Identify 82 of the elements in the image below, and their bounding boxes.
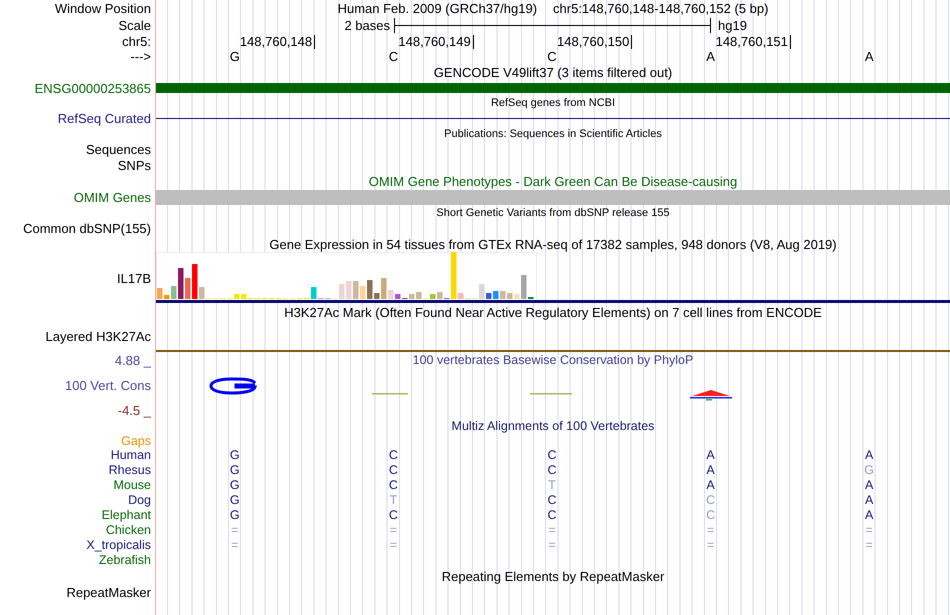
aligned-base: T <box>548 478 556 493</box>
assembly-label: hg19 <box>717 18 748 32</box>
axis-min-label: -4.5 _ <box>118 402 151 418</box>
aligned-base: = <box>866 523 873 538</box>
aligned-base: C <box>547 508 556 523</box>
track-title: GENCODE V49lift37 (3 items filtered out) <box>434 64 672 80</box>
track-label: ---> <box>130 49 151 64</box>
aligned-base: A <box>706 448 715 463</box>
species-label[interactable]: Mouse <box>113 478 151 493</box>
ruler-tick-label: 148,760,150 <box>557 35 632 49</box>
aligned-base: G <box>230 508 240 523</box>
species-label[interactable]: Human <box>110 448 151 463</box>
assembly-name: Human Feb. 2009 (GRCh37/hg19) <box>338 1 538 16</box>
aligned-base: A <box>706 478 715 493</box>
species-label[interactable]: Zebrafish <box>98 553 151 568</box>
sequence-base: C <box>547 49 557 64</box>
aligned-base: T <box>390 493 398 508</box>
track-label[interactable]: Common dbSNP(155) <box>23 220 151 236</box>
aligned-base: = <box>706 523 714 538</box>
aligned-base: = <box>390 538 398 553</box>
aligned-base: = <box>231 523 238 538</box>
axis-max-label: 4.88 _ <box>114 352 151 368</box>
track-label[interactable]: OMIM Genes <box>74 190 151 204</box>
track-title: Multiz Alignments of 100 Vertebrates <box>452 419 654 433</box>
track-title: 100 vertebrates Basewise Conservation by PhyloP <box>412 353 694 367</box>
aligned-base: C <box>547 493 556 508</box>
aligned-base: C <box>388 508 398 523</box>
species-label[interactable]: X_tropicalis <box>86 538 151 553</box>
species-label[interactable]: Elephant <box>102 508 151 523</box>
sequence-base: G <box>230 49 240 64</box>
ruler-tick-label: 148,760,151 <box>716 35 791 49</box>
species-label[interactable]: Chicken <box>106 523 151 538</box>
species-label[interactable]: Rhesus <box>108 463 151 478</box>
aligned-base: A <box>706 463 715 478</box>
track-label[interactable]: RepeatMasker <box>66 585 151 600</box>
track-title: Repeating Elements by RepeatMasker <box>442 569 664 584</box>
aligned-base: = <box>706 538 714 553</box>
aligned-base: G <box>230 493 240 508</box>
aligned-base: C <box>547 463 556 478</box>
track-label: Window Position <box>54 1 151 16</box>
aligned-base: C <box>388 478 398 493</box>
ruler-tick-label: 148,760,149 <box>398 35 474 49</box>
track-title: Gene Expression in 54 tissues from GTEx RNA-seq of 17382 samples, 948 donors (V8, Aug 2019) <box>269 236 837 252</box>
aligned-base: G <box>864 463 874 478</box>
track-label[interactable]: Layered H3K27Ac <box>45 329 151 344</box>
track-label[interactable]: ENSG00000253865 <box>34 80 151 96</box>
scale-span-label: 2 bases <box>344 18 391 32</box>
aligned-base: A <box>865 448 874 463</box>
track-label[interactable]: SNPs <box>118 158 151 173</box>
aligned-base: = <box>548 538 556 553</box>
genome-range: chr5:148,760,148-148,760,152 (5 bp) <box>553 1 768 16</box>
aligned-base: G <box>230 478 240 493</box>
track-title: Publications: Sequences in Scientific Articles <box>444 128 662 140</box>
aligned-base: G <box>230 448 240 463</box>
track-label[interactable]: RefSeq Curated <box>58 110 151 126</box>
track-label[interactable]: Sequences <box>86 142 151 158</box>
aligned-base: A <box>865 493 874 508</box>
aligned-base: A <box>865 508 874 523</box>
track-label[interactable]: IL17B <box>117 270 151 286</box>
aligned-base: C <box>388 463 398 478</box>
track-title: RefSeq genes from NCBI <box>490 97 616 109</box>
aligned-base: = <box>866 538 873 553</box>
aligned-base: A <box>865 478 874 493</box>
track-label: chr5: <box>122 34 151 48</box>
track-label[interactable]: 100 Vert. Cons <box>65 378 151 392</box>
aligned-base: C <box>706 508 716 523</box>
track-title: OMIM Gene Phenotypes - Dark Green Can Be Disease-causing <box>368 174 738 188</box>
aligned-base: = <box>390 523 398 538</box>
species-label[interactable]: Dog <box>128 493 151 508</box>
track-label: Scale <box>118 18 151 32</box>
sequence-base: A <box>706 49 715 64</box>
aligned-base: = <box>548 523 556 538</box>
aligned-base: C <box>547 448 556 463</box>
aligned-base: G <box>230 463 240 478</box>
aligned-base: C <box>706 493 716 508</box>
aligned-base: C <box>388 448 398 463</box>
sequence-base: C <box>388 49 398 64</box>
ruler-tick-label: 148,760,148 <box>240 35 316 49</box>
track-title: H3K27Ac Mark (Often Found Near Active Regulatory Elements) on 7 cell lines from ENCODE <box>284 305 822 320</box>
aligned-base: = <box>231 538 238 553</box>
sequence-base: A <box>864 49 874 64</box>
track-title: Short Genetic Variants from dbSNP release 155 <box>436 206 670 218</box>
